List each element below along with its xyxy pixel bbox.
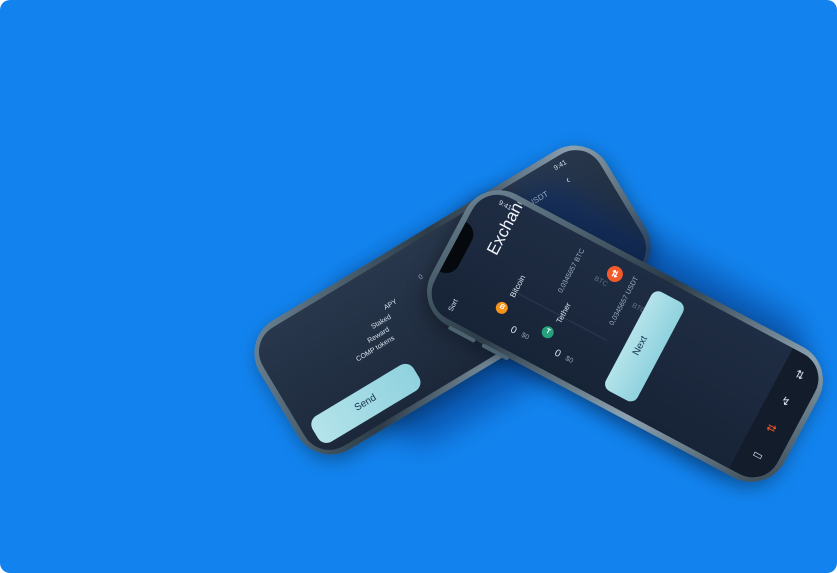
from-asset-currency: $0: [519, 331, 530, 342]
wallet-icon[interactable]: ▭: [750, 447, 765, 463]
swap-settings-icon[interactable]: ⇅: [793, 367, 807, 383]
to-asset-amount[interactable]: 0: [552, 348, 562, 360]
next-button[interactable]: Next: [602, 288, 687, 405]
back-status-time: 9:41: [552, 159, 569, 173]
back-value-zero: 0: [417, 273, 425, 282]
sort-label[interactable]: Sort: [448, 298, 460, 313]
tether-badge-icon: T: [539, 324, 556, 341]
from-asset-balance: 0,0345657 BTC: [557, 247, 587, 295]
bitcoin-badge-icon: B: [493, 299, 510, 316]
hero-background: 9:41 ‹ Staking USDT T 0 APY Staked Rewar…: [0, 0, 837, 573]
send-button-label: Send: [352, 392, 379, 414]
from-asset-unit: BTC: [592, 275, 609, 289]
to-asset-balance: 0,0345657 USDT: [608, 275, 641, 327]
back-arrow-icon[interactable]: ‹: [563, 174, 572, 186]
apy-label: APY: [382, 298, 399, 312]
next-button-label: Next: [630, 334, 651, 358]
tab-bar: ⇅ ↯ ⇄ ▭: [729, 348, 829, 488]
from-asset-amount[interactable]: 0: [508, 324, 518, 336]
chart-icon[interactable]: ↯: [778, 394, 792, 410]
to-asset-currency: $0: [563, 355, 575, 365]
exchange-icon[interactable]: ⇄: [764, 420, 778, 436]
